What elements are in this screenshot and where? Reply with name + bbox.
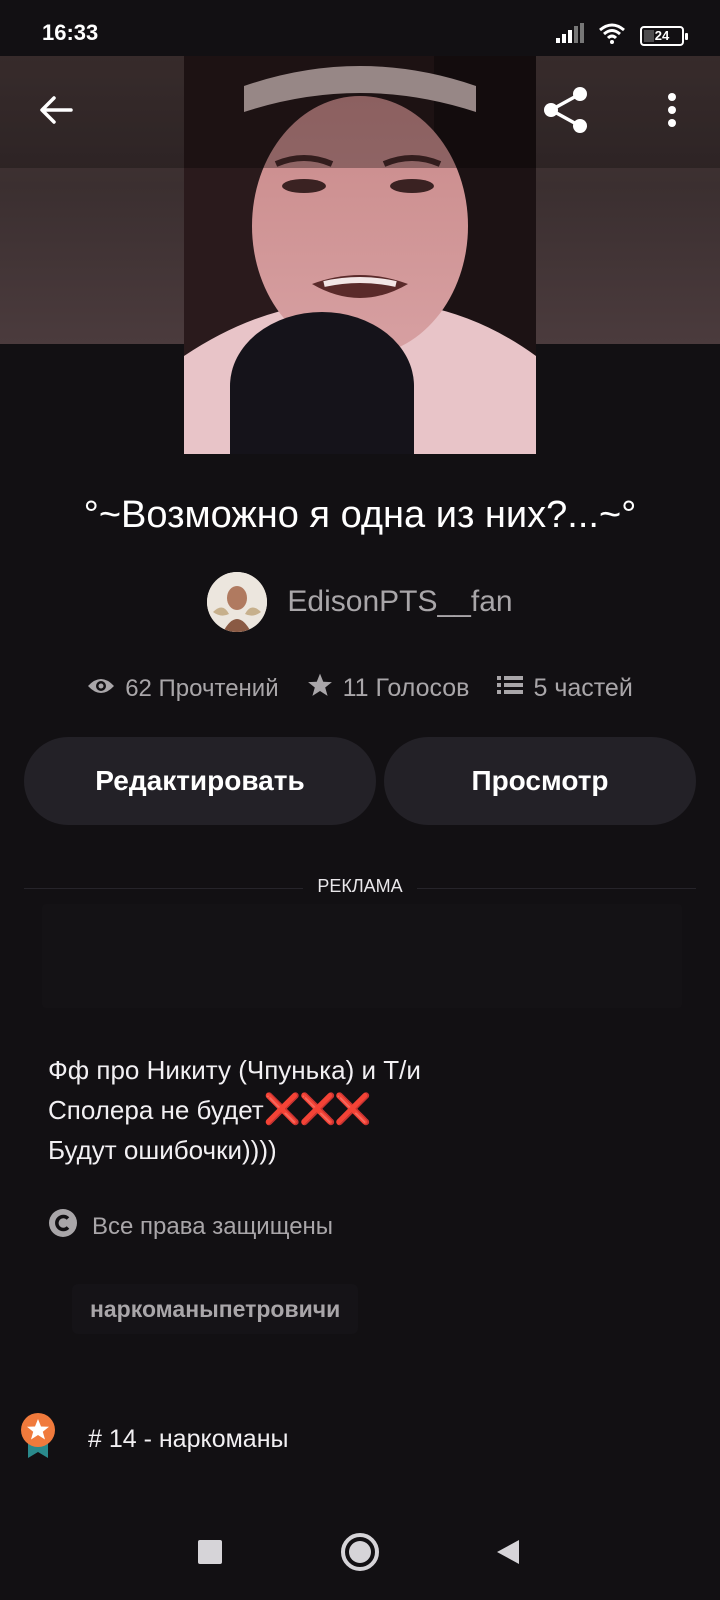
- author-row[interactable]: EdisonPTS__fan: [0, 572, 720, 632]
- eye-icon: [87, 675, 115, 703]
- story-title: °~Возможно я одна из них?...~°: [83, 494, 637, 536]
- parts-stat: 5 частей: [497, 674, 633, 703]
- copyright-row: Все права защищены: [48, 1208, 333, 1245]
- ad-label: РЕКЛАМА: [0, 876, 720, 897]
- story-header: [0, 56, 720, 454]
- wifi-icon: [598, 22, 626, 49]
- tag-chip[interactable]: наркоманыпетровичи: [72, 1284, 359, 1334]
- square-icon: [198, 1539, 222, 1569]
- copyright-text: Все права защищены: [92, 1212, 334, 1240]
- reads-count: 62 Прочтений: [125, 674, 279, 702]
- ranking-badge-icon: [20, 1412, 56, 1467]
- story-stats: 62 Прочтений 11 Голосов 5 частей: [0, 672, 720, 705]
- author-name[interactable]: EdisonPTS__fan: [287, 585, 512, 619]
- preview-button[interactable]: Просмотр: [384, 737, 696, 825]
- copyright-icon: [48, 1208, 78, 1245]
- parts-count: 5 частей: [533, 674, 633, 702]
- triangle-back-icon: [495, 1538, 521, 1571]
- ranking-row[interactable]: # 14 - наркоманы: [20, 1412, 288, 1467]
- recents-button[interactable]: [186, 1530, 234, 1578]
- edit-button[interactable]: Редактировать: [24, 737, 376, 825]
- star-icon: [307, 672, 333, 705]
- more-vertical-icon: [667, 92, 677, 133]
- home-button[interactable]: [336, 1530, 384, 1578]
- votes-count: 11 Голосов: [342, 674, 470, 702]
- back-nav-button[interactable]: [484, 1530, 532, 1578]
- description-line: Фф про Никиту (Чпунька) и Т/и: [48, 1055, 421, 1085]
- circle-icon: [340, 1532, 380, 1577]
- story-description: Фф про Никиту (Чпунька) и Т/и Сполера не…: [48, 1050, 668, 1170]
- story-cover-image: [184, 56, 536, 454]
- status-icons: 24: [556, 22, 688, 49]
- description-line: Сполера не будет❌❌❌: [48, 1093, 372, 1126]
- more-button[interactable]: [644, 84, 700, 140]
- votes-stat: 11 Голосов: [307, 672, 470, 705]
- status-time: 16:33: [42, 20, 99, 45]
- share-button[interactable]: [534, 80, 598, 144]
- share-icon: [541, 85, 591, 140]
- back-button[interactable]: [28, 84, 84, 140]
- description-line: Будут ошибочки)))): [48, 1135, 277, 1165]
- ranking-text: # 14 - наркоманы: [88, 1425, 289, 1453]
- signal-icon: [556, 23, 584, 48]
- avatar[interactable]: [207, 572, 268, 632]
- battery-level: 24: [654, 28, 670, 43]
- cross-mark-emoji: ❌❌❌: [263, 1093, 372, 1126]
- battery-icon: 24: [640, 25, 688, 46]
- reads-stat: 62 Прочтений: [87, 674, 279, 703]
- system-nav-bar: [0, 1508, 720, 1600]
- status-bar: 16:33 24: [0, 0, 720, 56]
- ad-slot[interactable]: [42, 904, 682, 1008]
- list-icon: [497, 674, 524, 703]
- arrow-left-icon: [39, 95, 73, 130]
